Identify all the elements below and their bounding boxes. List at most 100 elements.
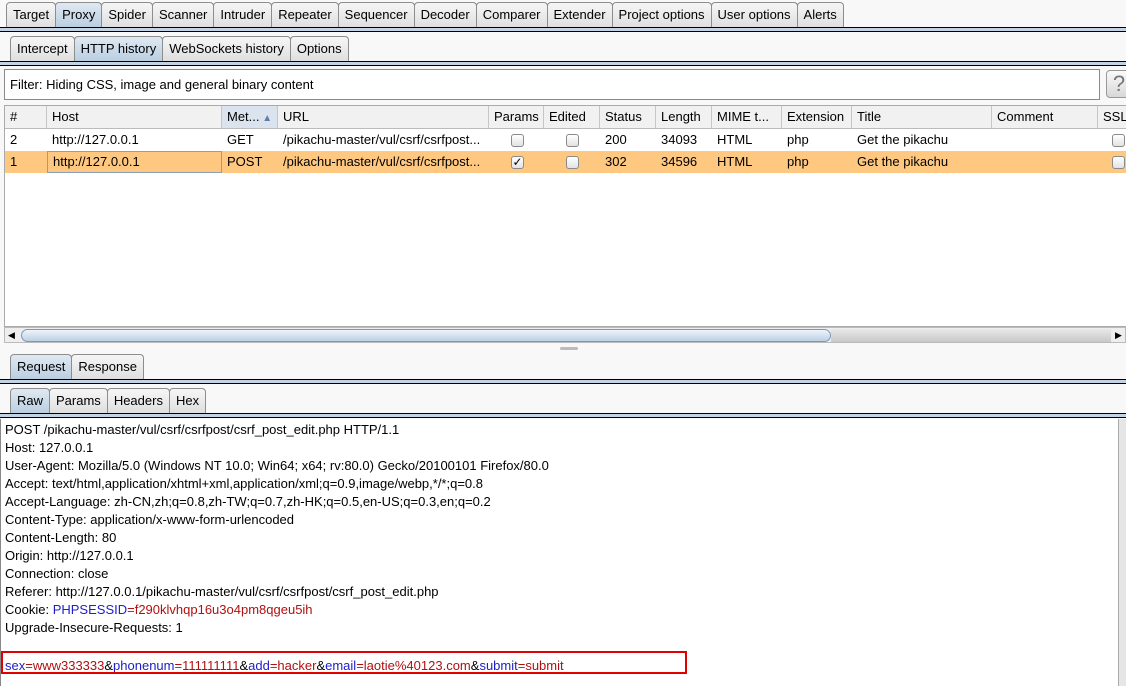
- http-history-table: # Host Met... ▲ URL Params Edited Status Length…: [4, 105, 1126, 327]
- cell-comment: [992, 151, 1098, 173]
- column-header-label: Status: [605, 109, 642, 124]
- tab-comparer[interactable]: Comparer: [475, 2, 548, 28]
- request-line: Accept: text/html,application/xhtml+xml,…: [5, 476, 483, 491]
- column-header-label: Host: [52, 109, 79, 124]
- column-header-num[interactable]: #: [5, 106, 47, 128]
- scroll-left-icon[interactable]: ◀: [8, 328, 15, 342]
- tab-websockets-history[interactable]: WebSockets history: [162, 36, 291, 62]
- tab-divider: [0, 27, 1126, 32]
- cell-ssl: [1098, 129, 1126, 151]
- request-line: Referer: http://127.0.0.1/pikachu-master…: [5, 584, 439, 599]
- view-tabs: Raw Params Headers Hex: [0, 388, 207, 414]
- column-header-url[interactable]: URL: [278, 106, 489, 128]
- proxy-tabs: Intercept HTTP history WebSockets history O…: [0, 36, 349, 62]
- tab-intercept[interactable]: Intercept: [10, 36, 75, 62]
- tab-proxy[interactable]: Proxy: [55, 2, 103, 28]
- tab-response[interactable]: Response: [71, 354, 144, 380]
- tab-params[interactable]: Params: [49, 388, 108, 414]
- tab-spider[interactable]: Spider: [101, 2, 153, 28]
- filter-bar[interactable]: Filter: Hiding CSS, image and general bi…: [4, 69, 1100, 100]
- column-header-method[interactable]: Met... ▲: [222, 106, 278, 128]
- column-header-ssl[interactable]: SSL: [1098, 106, 1126, 128]
- cell-edited: [544, 129, 600, 151]
- cell-ext: php: [787, 154, 809, 169]
- request-line: Content-Type: application/x-www-form-url…: [5, 512, 295, 527]
- params-checkbox[interactable]: ✓: [511, 156, 524, 170]
- request-line: User-Agent: Mozilla/5.0 (Windows NT 10.0…: [5, 458, 549, 473]
- cell-ssl: [1098, 151, 1126, 173]
- cell-num: 2: [10, 132, 18, 147]
- scrollbar-track[interactable]: [831, 329, 1111, 342]
- cell-url: /pikachu-master/vul/csrf/csrfpost...: [283, 154, 481, 169]
- column-header-status[interactable]: Status: [600, 106, 656, 128]
- ssl-checkbox[interactable]: [1112, 156, 1125, 170]
- tab-scanner[interactable]: Scanner: [151, 2, 215, 28]
- tab-user-options[interactable]: User options: [710, 2, 798, 28]
- raw-request-editor[interactable]: POST /pikachu-master/vul/csrf/csrfpost/c…: [0, 419, 1118, 686]
- vertical-scrollbar[interactable]: [1118, 419, 1126, 686]
- cell-ext: php: [787, 132, 809, 147]
- cell-mime: HTML: [717, 132, 753, 147]
- column-header-params[interactable]: Params: [489, 106, 544, 128]
- tab-target[interactable]: Target: [6, 2, 57, 28]
- edited-checkbox[interactable]: [566, 134, 579, 148]
- cell-mime: HTML: [717, 154, 753, 169]
- column-header-comment[interactable]: Comment: [992, 106, 1098, 128]
- cell-params: ✓: [489, 151, 544, 173]
- cell-length: 34596: [661, 154, 698, 169]
- cell-comment: [992, 129, 1098, 151]
- tab-decoder[interactable]: Decoder: [413, 2, 477, 28]
- ssl-checkbox[interactable]: [1112, 134, 1125, 148]
- params-checkbox[interactable]: [511, 134, 524, 148]
- cookie-label: Cookie:: [5, 602, 53, 617]
- cell-length: 34093: [661, 132, 698, 147]
- column-header-title[interactable]: Title: [852, 106, 992, 128]
- tab-headers[interactable]: Headers: [106, 388, 170, 414]
- column-header-edited[interactable]: Edited: [544, 106, 600, 128]
- column-header-ext[interactable]: Extension: [782, 106, 852, 128]
- tab-http-history[interactable]: HTTP history: [73, 36, 164, 62]
- cell-method: POST: [227, 154, 263, 169]
- tab-project-options[interactable]: Project options: [611, 2, 712, 28]
- main-tabs: Target Proxy Spider Scanner Intruder Repeater…: [0, 2, 844, 28]
- column-header-label: #: [10, 109, 18, 124]
- highlight-box: [1, 651, 687, 674]
- table-row[interactable]: 1 http://127.0.0.1 POST/pikachu-master/vul…: [5, 151, 1126, 173]
- column-header-label: Met...: [227, 109, 260, 124]
- column-header-host[interactable]: Host: [47, 106, 222, 128]
- cell-title: Get the pikachu: [857, 154, 949, 169]
- column-header-label: Extension: [787, 109, 845, 124]
- scroll-right-icon[interactable]: ▶: [1115, 328, 1122, 342]
- table-row[interactable]: 2 http://127.0.0.1 GET/pikachu-master/vul/…: [5, 129, 1126, 151]
- scrollbar-thumb[interactable]: [21, 329, 831, 342]
- splitter-handle[interactable]: [560, 347, 578, 350]
- tab-hex[interactable]: Hex: [168, 388, 207, 414]
- request-line: Origin: http://127.0.0.1: [5, 548, 134, 563]
- cell-url: /pikachu-master/vul/csrf/csrfpost...: [283, 132, 481, 147]
- tab-sequencer[interactable]: Sequencer: [337, 2, 415, 28]
- tab-repeater[interactable]: Repeater: [271, 2, 339, 28]
- tab-divider: [0, 413, 1126, 418]
- cookie-value: f290klvhqp16u3o4pm8qgeu5ih: [134, 602, 313, 617]
- tab-options[interactable]: Options: [289, 36, 349, 62]
- tab-intruder[interactable]: Intruder: [213, 2, 273, 28]
- column-header-length[interactable]: Length: [656, 106, 712, 128]
- tab-request[interactable]: Request: [10, 354, 73, 380]
- cell-method: GET: [227, 132, 254, 147]
- cookie-line: Cookie: PHPSESSID=f290klvhqp16u3o4pm8qge…: [5, 601, 1118, 619]
- edited-checkbox[interactable]: [566, 156, 579, 170]
- column-header-label: Params: [494, 109, 539, 124]
- tab-alerts[interactable]: Alerts: [796, 2, 844, 28]
- cell-num: 1: [10, 154, 18, 169]
- help-button[interactable]: ?: [1106, 70, 1126, 98]
- request-line: Upgrade-Insecure-Requests: 1: [5, 620, 183, 635]
- tab-raw[interactable]: Raw: [10, 388, 51, 414]
- message-tabs: Request Response: [0, 354, 144, 380]
- request-line: Accept-Language: zh-CN,zh;q=0.8,zh-TW;q=…: [5, 494, 491, 509]
- column-header-label: Comment: [997, 109, 1054, 124]
- horizontal-scrollbar[interactable]: ◀ ▶: [4, 327, 1126, 343]
- column-header-label: Edited: [549, 109, 586, 124]
- column-header-mime[interactable]: MIME t...: [712, 106, 782, 128]
- tab-extender[interactable]: Extender: [546, 2, 613, 28]
- cell-title: Get the pikachu: [857, 132, 949, 147]
